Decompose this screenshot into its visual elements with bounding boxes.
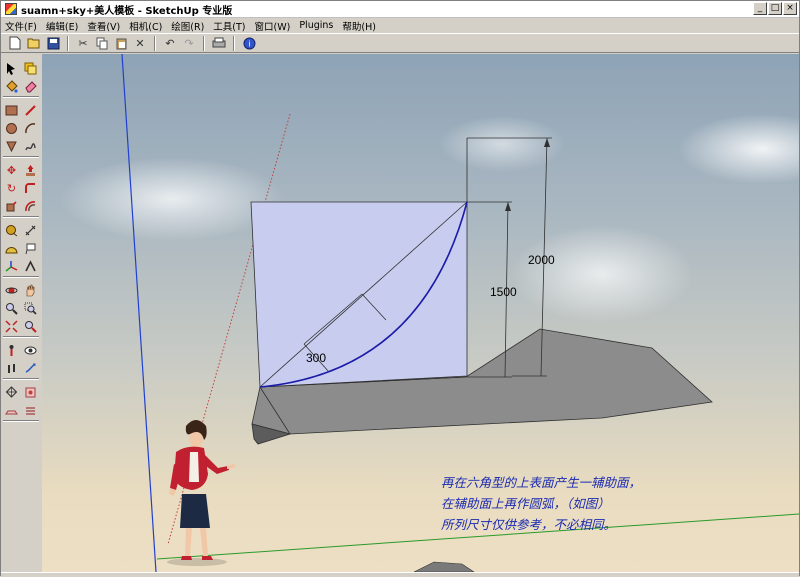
menu-window[interactable]: 窗口(W) xyxy=(255,19,291,33)
paste-icon[interactable] xyxy=(113,35,129,51)
person-figure xyxy=(167,420,235,566)
paint-bucket-icon[interactable] xyxy=(3,78,20,94)
make-component-icon[interactable] xyxy=(22,60,39,76)
zoom-extents-icon[interactable] xyxy=(3,318,20,334)
annotation-line: 再在六角型的上表面产生一辅助面， xyxy=(441,475,642,490)
scale-icon[interactable] xyxy=(3,198,20,214)
close-button[interactable]: × xyxy=(783,2,797,15)
menu-bar: 文件(F) 编辑(E) 查看(V) 相机(C) 绘图(R) 工具(T) 窗口(W… xyxy=(1,18,799,33)
tool-palette: ✥ ↻ xyxy=(1,55,41,565)
dim-label-2000[interactable]: 2000 xyxy=(528,253,555,267)
dim-arrowhead xyxy=(505,202,511,211)
menu-plugins[interactable]: Plugins xyxy=(299,20,333,31)
palette-group-modification: ✥ ↻ xyxy=(3,160,39,217)
save-icon[interactable] xyxy=(45,35,61,51)
annotation-line: 所列尺寸仅供参考，不必相同。 xyxy=(441,517,617,532)
palette-group-principal xyxy=(3,58,39,97)
menu-edit[interactable]: 编辑(E) xyxy=(46,19,78,33)
eraser-icon[interactable] xyxy=(22,78,39,94)
follow-me-icon[interactable] xyxy=(22,180,39,196)
look-around-icon[interactable] xyxy=(22,342,39,358)
status-bar xyxy=(1,572,799,577)
tape-measure-icon[interactable] xyxy=(3,222,20,238)
orbit-icon[interactable] xyxy=(3,282,20,298)
annotation-line: 在辅助面上再作圆弧，（如图） xyxy=(441,496,610,511)
window-title: suamn+sky+美人模板 - SketchUp 专业版 xyxy=(21,5,233,17)
position-camera-icon[interactable] xyxy=(3,342,20,358)
erase-icon[interactable]: ✕ xyxy=(132,35,148,51)
blue-axis-line xyxy=(121,54,157,572)
annotation-text: 再在六角型的上表面产生一辅助面， 在辅助面上再作圆弧，（如图） 所列尺寸仅供参考… xyxy=(441,472,741,535)
polygon-icon[interactable] xyxy=(3,138,20,154)
menu-camera[interactable]: 相机(C) xyxy=(129,19,162,33)
auxiliary-face[interactable] xyxy=(250,201,468,388)
previous-view-icon[interactable] xyxy=(22,318,39,334)
palette-group-drawing xyxy=(3,100,39,157)
palette-group-walkthrough xyxy=(3,340,39,379)
text-icon[interactable] xyxy=(22,240,39,256)
dim-label-300[interactable]: 300 xyxy=(306,351,326,365)
arc-icon[interactable] xyxy=(22,120,39,136)
sketchup-window: suamn+sky+美人模板 - SketchUp 专业版 _ □ × 文件(F… xyxy=(0,0,800,577)
palette-group-sandbox xyxy=(3,382,39,421)
stamp-icon[interactable] xyxy=(3,402,20,418)
section-plane-icon[interactable] xyxy=(22,360,39,376)
menu-draw[interactable]: 绘图(R) xyxy=(171,19,204,33)
sketchup-app-icon[interactable] xyxy=(5,3,17,15)
line-icon[interactable] xyxy=(22,102,39,118)
palette-group-camera xyxy=(3,280,39,337)
freehand-icon[interactable] xyxy=(22,138,39,154)
axes-icon[interactable] xyxy=(3,258,20,274)
palette-group-construction xyxy=(3,220,39,277)
toolbar-separator xyxy=(67,35,69,51)
svg-text:i: i xyxy=(248,39,250,48)
maximize-button[interactable]: □ xyxy=(768,2,782,15)
drape-icon[interactable] xyxy=(22,402,39,418)
copy-icon[interactable] xyxy=(94,35,110,51)
rotate-icon[interactable]: ↻ xyxy=(3,180,20,196)
toolbar-separator xyxy=(154,35,156,51)
zoom-window-icon[interactable] xyxy=(22,300,39,316)
minimize-button[interactable]: _ xyxy=(753,2,767,15)
window-controls: _ □ × xyxy=(753,2,797,15)
move-icon[interactable]: ✥ xyxy=(3,162,20,178)
walk-icon[interactable] xyxy=(3,360,20,376)
new-file-icon[interactable] xyxy=(7,35,23,51)
standard-toolbar: ✂ ✕ ↶ ↷ i xyxy=(1,33,799,53)
dim-arrowhead xyxy=(544,138,550,147)
open-file-icon[interactable] xyxy=(26,35,42,51)
partial-object xyxy=(413,561,475,572)
undo-icon[interactable]: ↶ xyxy=(162,35,178,51)
dimension-icon[interactable] xyxy=(22,222,39,238)
rectangle-icon[interactable] xyxy=(3,102,20,118)
dim-label-1500[interactable]: 1500 xyxy=(490,285,517,299)
3d-text-icon[interactable] xyxy=(22,258,39,274)
cut-icon[interactable]: ✂ xyxy=(75,35,91,51)
title-bar[interactable]: suamn+sky+美人模板 - SketchUp 专业版 _ □ × xyxy=(1,1,799,18)
menu-view[interactable]: 查看(V) xyxy=(87,19,120,33)
drawing-viewport[interactable]: 2000 1500 300 再在六角型的上表面产生一辅助面， 在辅助面上再作圆弧… xyxy=(42,54,799,572)
print-icon[interactable] xyxy=(211,35,227,51)
model-info-icon[interactable]: i xyxy=(241,35,257,51)
protractor-icon[interactable] xyxy=(3,240,20,256)
menu-help[interactable]: 帮助(H) xyxy=(342,19,376,33)
smoove-icon[interactable] xyxy=(22,384,39,400)
toolbar-separator xyxy=(233,35,235,51)
select-icon[interactable] xyxy=(3,60,20,76)
menu-tools[interactable]: 工具(T) xyxy=(213,19,245,33)
circle-icon[interactable] xyxy=(3,120,20,136)
redo-icon[interactable]: ↷ xyxy=(181,35,197,51)
offset-icon[interactable] xyxy=(22,198,39,214)
sandbox-icon[interactable] xyxy=(3,384,20,400)
toolbar-separator xyxy=(203,35,205,51)
pan-icon[interactable] xyxy=(22,282,39,298)
push-pull-icon[interactable] xyxy=(22,162,39,178)
zoom-icon[interactable] xyxy=(3,300,20,316)
menu-file[interactable]: 文件(F) xyxy=(5,19,37,33)
